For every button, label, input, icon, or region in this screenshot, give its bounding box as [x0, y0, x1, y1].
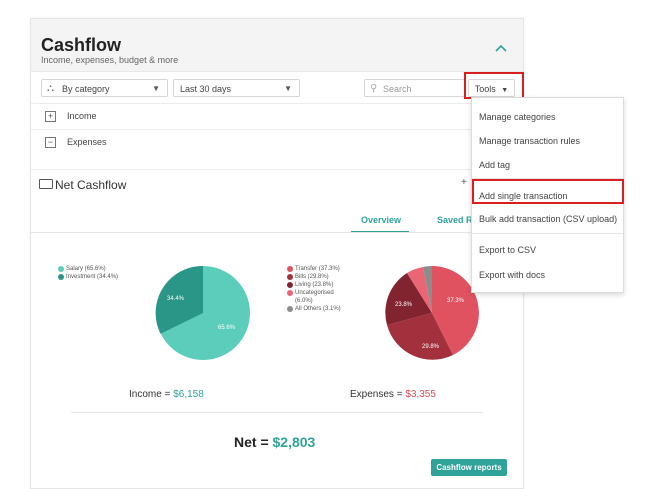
expand-icon[interactable]: + — [45, 111, 56, 122]
card-subtitle: Income, expenses, budget & more — [41, 55, 179, 65]
menu-item-bulk-add-transaction[interactable]: Bulk add transaction (CSV upload) — [479, 214, 617, 224]
search-input[interactable]: ⚲ Search — [364, 79, 465, 97]
date-range-select[interactable]: Last 30 days ▼ — [173, 79, 300, 97]
tab-saved-reports[interactable]: Saved R — [437, 215, 473, 225]
menu-separator — [472, 178, 623, 179]
legend-swatch — [287, 290, 293, 296]
expenses-legend: Transfer (37.3%) Bills (29.8%) Living (2… — [287, 265, 341, 313]
net-label: Net = — [234, 434, 273, 450]
legend-item: All Others (3.1%) — [287, 305, 341, 313]
pie-slice-label: 37.3% — [447, 298, 465, 304]
legend-swatch — [287, 306, 293, 312]
menu-item-export-csv[interactable]: Export to CSV — [479, 245, 536, 255]
legend-swatch — [58, 266, 64, 272]
collapse-chevron-icon[interactable] — [495, 39, 507, 55]
expenses-total: Expenses = $3,355 — [350, 389, 436, 400]
legend-item: Investment (34.4%) — [58, 273, 118, 281]
menu-item-manage-transaction-rules[interactable]: Manage transaction rules — [479, 136, 580, 146]
menu-item-export-with-docs[interactable]: Export with docs — [479, 270, 545, 280]
legend-item: Living (23.8%) — [287, 281, 341, 289]
income-total-value: $6,158 — [173, 389, 204, 400]
expenses-total-value: $3,355 — [405, 389, 436, 400]
pie-slice-label: 23.8% — [395, 302, 413, 308]
legend-item: Transfer (37.3%) — [287, 265, 341, 273]
legend-label: Investment (34.4%) — [66, 274, 119, 280]
search-icon: ⚲ — [370, 83, 378, 94]
legend-label: Living (23.8%) — [295, 282, 334, 288]
legend-item: Bills (29.8%) — [287, 273, 341, 281]
toolbar: ⛬ By category ▼ Last 30 days ▼ ⚲ Search … — [31, 75, 523, 103]
date-range-value: Last 30 days — [180, 84, 232, 94]
net-value: $2,803 — [272, 434, 316, 450]
menu-item-add-single-transaction[interactable]: Add single transaction — [479, 191, 568, 201]
expenses-row[interactable]: − Expenses — [31, 129, 523, 156]
legend-swatch — [58, 274, 64, 280]
income-total-label: Income = — [129, 389, 174, 400]
expenses-row-label: Expenses — [67, 137, 107, 147]
income-legend: Salary (65.6%) Investment (34.4%) — [58, 265, 118, 281]
tabs-divider — [31, 232, 523, 233]
card-header: Cashflow Income, expenses, budget & more — [31, 19, 523, 72]
net-cashflow-section: Net Cashflow + — [31, 169, 523, 196]
cashflow-reports-button[interactable]: Cashflow reports — [431, 459, 507, 476]
legend-label: Uncategorised — [295, 290, 334, 296]
legend-label: (6.0%) — [295, 298, 313, 304]
income-pie-chart — [155, 265, 250, 360]
tools-dropdown-menu: Manage categories Manage transaction rul… — [471, 97, 624, 293]
tools-label: Tools — [474, 84, 496, 94]
collapse-icon[interactable]: − — [45, 137, 56, 148]
legend-label: Bills (29.8%) — [295, 274, 329, 280]
legend-swatch — [287, 274, 293, 280]
group-by-value: By category — [62, 84, 110, 94]
pie-slice-label: 34.4% — [167, 296, 185, 302]
caret-down-icon: ▼ — [501, 87, 509, 94]
legend-item: Salary (65.6%) — [58, 265, 118, 273]
summary-divider — [71, 412, 483, 413]
income-row-label: Income — [67, 111, 97, 121]
legend-label: All Others (3.1%) — [295, 306, 341, 312]
legend-label: Transfer (37.3%) — [295, 266, 340, 272]
expenses-total-label: Expenses = — [350, 389, 406, 400]
income-total: Income = $6,158 — [129, 389, 204, 400]
pie-slice-label: 29.8% — [422, 344, 440, 350]
income-row[interactable]: + Income — [31, 103, 523, 130]
pie-slice-label: 65.6% — [218, 325, 236, 331]
net-cashflow-label: Net Cashflow — [55, 178, 127, 192]
legend-swatch — [287, 266, 293, 272]
tools-button[interactable]: Tools ▼ — [468, 79, 515, 97]
group-by-select[interactable]: ⛬ By category ▼ — [41, 79, 168, 97]
money-icon — [39, 179, 53, 189]
category-tree-icon: ⛬ — [47, 83, 54, 94]
menu-separator — [472, 233, 623, 234]
add-icon[interactable]: + — [461, 177, 467, 188]
legend-swatch — [287, 282, 293, 288]
chevron-down-icon: ▼ — [284, 84, 292, 93]
search-placeholder: Search — [383, 84, 412, 94]
menu-item-manage-categories[interactable]: Manage categories — [479, 112, 556, 122]
legend-label: Salary (65.6%) — [66, 266, 106, 272]
chevron-down-icon: ▼ — [152, 84, 160, 93]
legend-item: (6.0%) — [287, 297, 341, 305]
cashflow-card: Cashflow Income, expenses, budget & more… — [30, 18, 524, 489]
legend-item: Uncategorised — [287, 289, 341, 297]
tab-overview[interactable]: Overview — [361, 215, 401, 225]
card-title: Cashflow — [41, 35, 122, 55]
net-total: Net = $2,803 — [234, 434, 315, 450]
menu-item-add-tag[interactable]: Add tag — [479, 160, 510, 170]
